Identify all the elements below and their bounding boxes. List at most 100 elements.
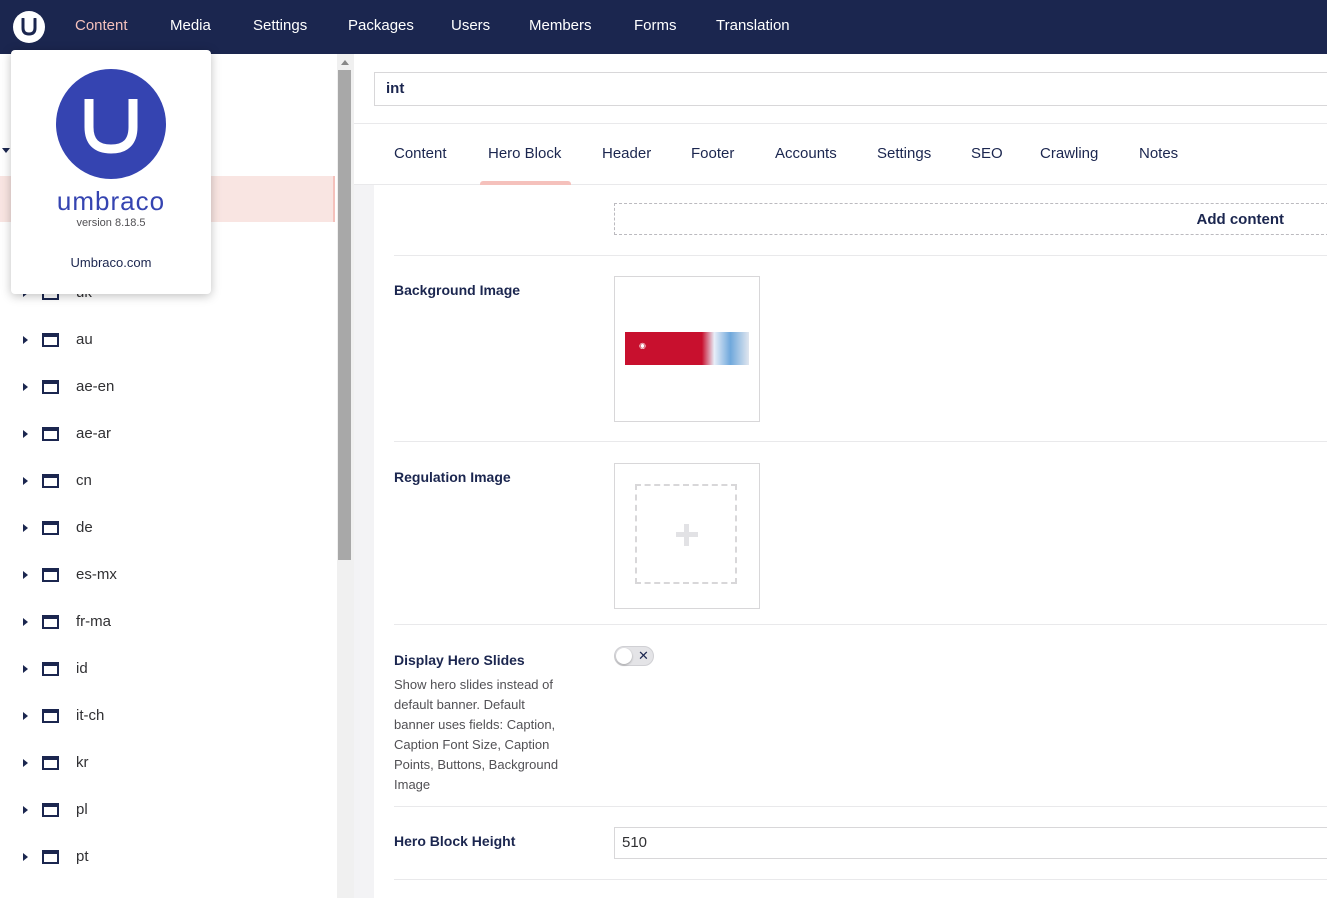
tree-item-label: au [76,331,93,348]
tree-item-cn[interactable]: cn [0,458,335,505]
display-hero-slides-toggle[interactable]: ✕ [614,646,654,666]
hero-block-height-label: Hero Block Height [394,833,516,849]
tree-item-label: pt [76,848,89,865]
caret-right-icon[interactable] [23,806,28,814]
document-icon [42,662,59,676]
tree-item-au[interactable]: au [0,317,335,364]
background-image-label: Background Image [394,282,521,298]
umbraco-logo-button[interactable] [13,11,45,43]
nav-settings[interactable]: Settings [253,17,307,34]
document-icon [42,615,59,629]
document-icon [42,380,59,394]
caret-right-icon[interactable] [23,759,28,767]
hero-block-panel: Add content Background Image ◉ Regulatio… [374,185,1327,898]
about-version: version 8.18.5 [76,217,146,229]
tree-item-pt[interactable]: pt [0,834,335,881]
tab-footer[interactable]: Footer [691,145,734,162]
tab-hero-block[interactable]: Hero Block [488,145,561,162]
add-media-placeholder[interactable] [635,484,737,584]
tree-item-label: de [76,519,93,536]
document-icon [42,709,59,723]
node-name-input[interactable]: int [374,72,1327,106]
tree-item-fr-ma[interactable]: fr-ma [0,599,335,646]
add-content-button[interactable]: Add content [614,203,1327,235]
tab-seo[interactable]: SEO [971,145,1003,162]
caret-right-icon[interactable] [23,336,28,344]
caret-right-icon[interactable] [23,665,28,673]
tree-item-label: it-ch [76,707,105,724]
tree-item-ae-en[interactable]: ae-en [0,364,335,411]
expand-caret-icon[interactable] [2,148,10,153]
tab-header[interactable]: Header [602,145,651,162]
hero-block-height-input[interactable]: 510 [614,827,1327,859]
document-icon [42,333,59,347]
scrollbar-thumb[interactable] [338,70,351,560]
document-icon [42,474,59,488]
tree-item-kr[interactable]: kr [0,740,335,787]
property-divider [394,255,1327,256]
about-popup: umbraco version 8.18.5 Umbraco.com [11,50,211,294]
toggle-knob [616,648,632,664]
tree-item-label: ae-en [76,378,115,395]
tab-content[interactable]: Content [394,145,447,162]
property-divider [394,806,1327,807]
tree-item-label: fr-ma [76,613,111,630]
document-icon [42,803,59,817]
caret-right-icon[interactable] [23,618,28,626]
tree-item-de[interactable]: de [0,505,335,552]
about-website-link[interactable]: Umbraco.com [11,255,211,270]
document-icon [42,850,59,864]
tab-notes[interactable]: Notes [1139,145,1178,162]
display-hero-slides-description: Show hero slides instead of default bann… [394,677,559,792]
tree-item-label: es-mx [76,566,117,583]
tree-item-label: pl [76,801,88,818]
background-image-thumbnail[interactable]: ◉ [625,332,749,365]
property-divider [394,879,1327,880]
document-icon [42,427,59,441]
property-divider [394,624,1327,625]
document-icon [42,568,59,582]
caret-right-icon[interactable] [23,383,28,391]
caret-right-icon[interactable] [23,477,28,485]
tab-crawling[interactable]: Crawling [1040,145,1098,162]
nav-translation[interactable]: Translation [716,17,790,34]
tree-item-es-mx[interactable]: es-mx [0,552,335,599]
umbraco-u-icon [21,18,37,36]
tree-item-label: ae-ar [76,425,112,442]
background-image-picker[interactable]: ◉ [614,276,760,422]
caret-right-icon[interactable] [23,853,28,861]
editor-header: int [354,54,1327,124]
umbraco-logo-icon [56,69,166,179]
display-hero-slides-label: Display Hero Slides [394,652,525,668]
caret-right-icon[interactable] [23,712,28,720]
nav-members[interactable]: Members [529,17,592,34]
tab-accounts[interactable]: Accounts [775,145,837,162]
thumbnail-logo-icon: ◉ [639,341,646,350]
top-navigation-bar: Content Media Settings Packages Users Me… [0,0,1327,54]
tree-item-label: kr [76,754,89,771]
nav-media[interactable]: Media [170,17,211,34]
caret-right-icon[interactable] [23,430,28,438]
nav-forms[interactable]: Forms [634,17,677,34]
tree-item-it-ch[interactable]: it-ch [0,693,335,740]
scroll-up-arrow-icon[interactable] [341,60,349,65]
toggle-off-x-icon: ✕ [638,648,649,663]
nav-users[interactable]: Users [451,17,490,34]
document-icon [42,521,59,535]
caret-right-icon[interactable] [23,524,28,532]
caret-right-icon[interactable] [23,571,28,579]
tree-item-label: cn [76,472,92,489]
tree-item-id[interactable]: id [0,646,335,693]
regulation-image-label: Regulation Image [394,469,511,485]
regulation-image-picker[interactable] [614,463,760,609]
tree-item-pl[interactable]: pl [0,787,335,834]
plus-icon [676,524,698,546]
tab-settings[interactable]: Settings [877,145,931,162]
nav-packages[interactable]: Packages [348,17,414,34]
tree-item-ae-ar[interactable]: ae-ar [0,411,335,458]
add-content-label: Add content [1196,211,1285,228]
about-brand-name: umbraco [56,186,166,216]
document-icon [42,756,59,770]
nav-content[interactable]: Content [75,17,128,34]
tree-scrollbar[interactable] [337,54,354,898]
